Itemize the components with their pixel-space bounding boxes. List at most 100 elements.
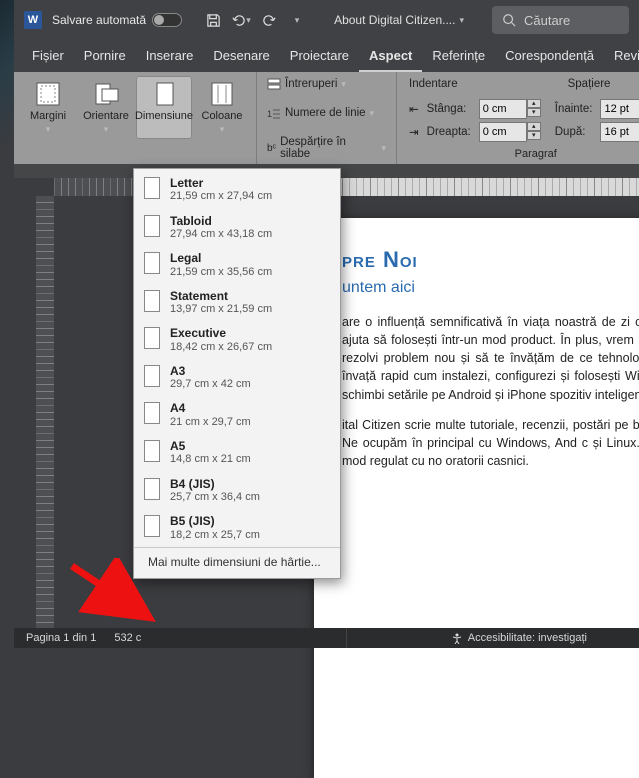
vertical-ruler[interactable] [36,196,54,630]
page-thumb-icon [144,215,160,237]
indent-right-input[interactable] [479,122,527,142]
tab-aspect[interactable]: Aspect [359,40,422,72]
indent-right-spinner[interactable]: ▴▾ [527,122,541,142]
paragraph-2: ital Citizen scrie multe tutoriale, rece… [342,416,639,470]
redo-icon[interactable] [256,8,282,32]
size-button[interactable]: Dimensiune▾ [136,76,192,139]
indent-left-icon: ⇤ [409,102,419,116]
columns-button[interactable]: Coloane▾ [194,76,250,139]
size-option-dim: 27,94 cm x 43,18 cm [170,228,272,241]
indent-left-label: Stânga: [427,103,471,115]
size-option-name: B4 (JIS) [170,477,260,491]
breaks-label: Întreruperi [285,78,337,90]
tab-revizuire[interactable]: Revizuire [604,40,639,72]
more-paper-sizes[interactable]: Mai multe dimensiuni de hârtie... [134,547,340,576]
line-numbers-label: Numere de linie [285,107,366,119]
page-thumb-icon [144,290,160,312]
indent-left-input[interactable] [479,99,527,119]
page-thumb-icon [144,478,160,500]
document-title: About Digital Citizen.... [334,13,455,27]
size-option-dim: 18,42 cm x 26,67 cm [170,341,272,354]
size-option-dim: 21,59 cm x 27,94 cm [170,190,272,203]
spacing-after-input[interactable] [600,122,639,142]
qat-customize-icon[interactable]: ▾ [284,8,310,32]
paragraph-1: are o influență semnificativă în viața n… [342,313,639,404]
chevron-down-icon[interactable]: ▾ [459,15,464,26]
page-size-menu: Letter21,59 cm x 27,94 cmTabloid27,94 cm… [133,168,341,579]
page-heading-1: pre Noi [342,244,639,276]
orientation-button[interactable]: Orientare▾ [78,76,134,139]
tab-proiectare[interactable]: Proiectare [280,40,359,72]
hyphenation-button[interactable]: bᶜDespărțire în silabe▾ [263,134,390,162]
size-option-tabloid[interactable]: Tabloid27,94 cm x 43,18 cm [134,209,340,247]
document-page[interactable]: DIGITAL pre Noi untem aici are o influen… [314,218,639,778]
size-label: Dimensiune [135,110,193,122]
size-option-dim: 14,8 cm x 21 cm [170,453,251,466]
tab-desenare[interactable]: Desenare [203,40,279,72]
page-thumb-icon [144,177,160,199]
line-numbers-icon: 1 [267,107,281,119]
size-option-dim: 21,59 cm x 35,56 cm [170,266,272,279]
tab-pornire[interactable]: Pornire [74,40,136,72]
page-thumb-icon [144,515,160,537]
indent-header: Indentare [409,78,458,90]
size-option-executive[interactable]: Executive18,42 cm x 26,67 cm [134,321,340,359]
line-numbers-button[interactable]: 1Numere de linie▾ [263,105,390,121]
spacing-before-input[interactable] [600,99,639,119]
size-option-name: Letter [170,176,272,190]
size-option-dim: 18,2 cm x 25,7 cm [170,529,260,542]
tab-fișier[interactable]: Fișier [22,40,74,72]
margins-label: Margini [30,110,66,122]
page-thumb-icon [144,402,160,424]
paragraph-group-label: Paragraf [403,148,639,162]
status-page[interactable]: Pagina 1 din 1 [26,632,96,644]
orientation-label: Orientare [83,110,129,122]
status-accessibility-label: Accesibilitate: investigați [468,632,587,644]
size-option-b4-jis-[interactable]: B4 (JIS)25,7 cm x 36,4 cm [134,472,340,510]
tab-inserare[interactable]: Inserare [136,40,204,72]
search-placeholder: Căutare [524,13,570,28]
hyphenation-icon: bᶜ [267,143,276,154]
size-option-a4[interactable]: A421 cm x 29,7 cm [134,396,340,434]
columns-label: Coloane [202,110,243,122]
autosave-label: Salvare automată [52,13,146,27]
page-thumb-icon [144,252,160,274]
search-icon [502,13,516,27]
autosave-toggle[interactable] [152,13,182,27]
size-option-a5[interactable]: A514,8 cm x 21 cm [134,434,340,472]
page-thumb-icon [144,365,160,387]
undo-icon[interactable]: ▾ [228,8,254,32]
size-option-letter[interactable]: Letter21,59 cm x 27,94 cm [134,171,340,209]
tab-corespondență[interactable]: Corespondență [495,40,604,72]
status-words[interactable]: 532 c [114,632,141,644]
size-option-name: Statement [170,289,272,303]
indent-right-icon: ⇥ [409,125,419,139]
spacing-before-label: Înainte: [555,103,593,115]
margins-button[interactable]: Margini▾ [20,76,76,139]
size-option-name: Tabloid [170,214,272,228]
indent-left-spinner[interactable]: ▴▾ [527,99,541,119]
size-option-legal[interactable]: Legal21,59 cm x 35,56 cm [134,246,340,284]
accessibility-icon [451,632,463,644]
indent-right-label: Dreapta: [427,126,471,138]
size-option-name: Legal [170,251,272,265]
size-option-dim: 21 cm x 29,7 cm [170,416,251,429]
save-icon[interactable] [200,8,226,32]
size-option-name: A4 [170,401,251,415]
spacing-header: Spațiere [568,78,611,90]
breaks-icon [267,78,281,90]
page-heading-2: untem aici [342,276,639,299]
page-thumb-icon [144,327,160,349]
status-accessibility[interactable]: Accesibilitate: investigați [451,632,587,644]
search-box[interactable]: Căutare [492,6,629,34]
size-option-b5-jis-[interactable]: B5 (JIS)18,2 cm x 25,7 cm [134,509,340,547]
tab-referințe[interactable]: Referințe [422,40,495,72]
spacing-after-label: După: [555,126,593,138]
size-option-a3[interactable]: A329,7 cm x 42 cm [134,359,340,397]
size-option-name: A5 [170,439,251,453]
word-app-icon: W [24,11,42,29]
breaks-button[interactable]: Întreruperi▾ [263,76,390,92]
size-option-dim: 25,7 cm x 36,4 cm [170,491,260,504]
size-option-statement[interactable]: Statement13,97 cm x 21,59 cm [134,284,340,322]
size-option-name: B5 (JIS) [170,514,260,528]
